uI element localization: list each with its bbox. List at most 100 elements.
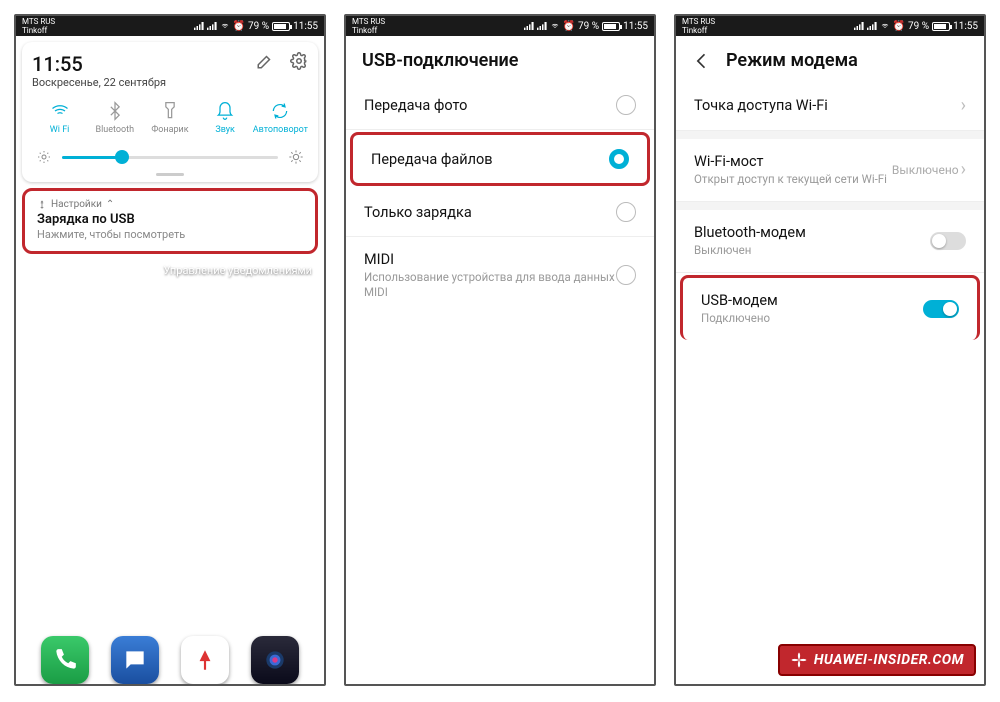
qs-autorotate-label: Автоповорот — [253, 125, 308, 135]
option-label: Только зарядка — [364, 204, 616, 221]
panel-date: Воскресенье, 22 сентября — [32, 76, 166, 89]
page-title: Режим модема — [726, 50, 858, 71]
qs-autorotate[interactable]: Автоповорот — [253, 101, 308, 135]
phone-screenshot-2: MTS RUS Tinkoff ⏰ 79 % 11:55 USB-подключ… — [344, 14, 656, 686]
edit-icon[interactable] — [256, 52, 274, 70]
notification-subtitle: Нажмите, чтобы посмотреть — [37, 228, 303, 241]
toggle-on[interactable] — [923, 300, 959, 318]
toggle-off[interactable] — [930, 232, 966, 250]
brightness-high-icon — [288, 149, 304, 165]
status-bar: MTS RUS Tinkoff ⏰ 79 % 11:55 — [346, 16, 654, 36]
signal-icon-2 — [867, 22, 877, 30]
option-label: Передача файлов — [371, 151, 609, 168]
statusbar-time: 11:55 — [623, 21, 648, 32]
battery-percent: 79 % — [908, 21, 929, 32]
wifi-icon — [550, 22, 560, 30]
collapse-icon: ⌃ — [106, 199, 114, 210]
chevron-right-icon: › — [961, 95, 966, 116]
row-bluetooth-modem[interactable]: Bluetooth-модем Выключен — [676, 210, 984, 273]
radio-icon — [616, 265, 636, 285]
battery-percent: 79 % — [248, 21, 269, 32]
row-label: USB-модем — [701, 292, 923, 309]
camera-app-icon[interactable] — [251, 636, 299, 684]
row-sublabel: Выключен — [694, 243, 930, 258]
brightness-slider[interactable] — [62, 156, 278, 159]
notification-app-label: Настройки ⌃ — [37, 199, 303, 210]
carrier-label-2: Tinkoff — [682, 26, 715, 35]
brightness-slider-row — [32, 149, 308, 169]
qs-bluetooth-label: Bluetooth — [96, 125, 135, 135]
row-wifi-hotspot[interactable]: Точка доступа Wi-Fi › — [676, 81, 984, 131]
option-file-transfer[interactable]: Передача файлов — [350, 132, 650, 186]
row-sublabel: Подключено — [701, 311, 923, 326]
signal-icon — [524, 22, 534, 30]
watermark-text: HUAWEI-INSIDER.COM — [814, 652, 964, 668]
page-title: USB-подключение — [362, 50, 518, 71]
qs-sound-label: Звук — [215, 125, 235, 135]
page-indicator: • • ○ • • — [16, 612, 324, 620]
carrier-label: MTS RUS — [352, 17, 385, 26]
row-wifi-bridge[interactable]: Wi-Fi-мост Открыт доступ к текущей сети … — [676, 139, 984, 202]
radio-icon — [616, 95, 636, 115]
signal-icon — [854, 22, 864, 30]
gear-icon[interactable] — [290, 52, 308, 70]
statusbar-time: 11:55 — [953, 21, 978, 32]
signal-icon — [194, 22, 204, 30]
notification-title: Зарядка по USB — [37, 212, 303, 227]
chevron-right-icon: › — [961, 159, 966, 180]
messages-app-icon[interactable] — [111, 636, 159, 684]
radio-icon — [616, 202, 636, 222]
alarm-icon: ⏰ — [233, 21, 245, 32]
carrier-label: MTS RUS — [682, 17, 715, 26]
page-header: Режим модема — [676, 36, 984, 81]
option-label: Передача фото — [364, 97, 616, 114]
wifi-icon — [880, 22, 890, 30]
status-bar: MTS RUS Tinkoff ⏰ 79 % 11:55 — [16, 16, 324, 36]
row-label: Точка доступа Wi-Fi — [694, 97, 961, 114]
qs-sound[interactable]: Звук — [198, 101, 253, 135]
huawei-logo-icon — [790, 651, 808, 669]
row-usb-modem[interactable]: USB-модем Подключено — [680, 275, 980, 340]
signal-icon-2 — [537, 22, 547, 30]
phone-screenshot-3: MTS RUS Tinkoff ⏰ 79 % 11:55 Режим модем… — [674, 14, 986, 686]
alarm-icon: ⏰ — [893, 21, 905, 32]
drag-handle[interactable] — [156, 173, 184, 176]
qs-bluetooth[interactable]: Bluetooth — [87, 101, 142, 135]
manage-notifications-link[interactable]: Управление уведомлениями — [16, 258, 324, 277]
brightness-low-icon — [36, 149, 52, 165]
quick-settings-panel: 11:55 Воскресенье, 22 сентября Wi Fi Blu… — [22, 42, 318, 182]
carrier-label: MTS RUS — [22, 17, 55, 26]
alarm-icon: ⏰ — [563, 21, 575, 32]
battery-percent: 79 % — [578, 21, 599, 32]
qs-flashlight[interactable]: Фонарик — [142, 101, 197, 135]
usb-notification[interactable]: Настройки ⌃ Зарядка по USB Нажмите, чтоб… — [22, 188, 318, 254]
back-icon[interactable] — [692, 51, 712, 71]
signal-icon-2 — [207, 22, 217, 30]
phone-app-icon[interactable] — [41, 636, 89, 684]
radio-checked-icon — [609, 149, 629, 169]
option-midi[interactable]: MIDI Использование устройства для ввода … — [346, 237, 654, 314]
panel-time: 11:55 — [32, 52, 166, 76]
qs-flashlight-label: Фонарик — [151, 125, 188, 135]
battery-icon — [272, 22, 290, 31]
battery-icon — [602, 22, 620, 31]
watermark-badge: HUAWEI-INSIDER.COM — [778, 644, 976, 676]
row-sublabel: Открыт доступ к текущей сети Wi-Fi — [694, 172, 892, 187]
statusbar-time: 11:55 — [293, 21, 318, 32]
option-sublabel: Использование устройства для ввода данны… — [364, 270, 616, 300]
qs-wifi-label: Wi Fi — [50, 125, 70, 135]
row-label: Bluetooth-модем — [694, 224, 930, 241]
dock — [16, 636, 324, 684]
yandex-app-icon[interactable] — [181, 636, 229, 684]
page-header: USB-подключение — [346, 36, 654, 81]
carrier-label-2: Tinkoff — [352, 26, 385, 35]
usb-icon — [37, 200, 47, 210]
option-photo-transfer[interactable]: Передача фото — [346, 81, 654, 130]
row-label: Wi-Fi-мост — [694, 153, 892, 170]
battery-icon — [932, 22, 950, 31]
option-charge-only[interactable]: Только зарядка — [346, 188, 654, 237]
status-bar: MTS RUS Tinkoff ⏰ 79 % 11:55 — [676, 16, 984, 36]
option-label: MIDI — [364, 251, 616, 268]
carrier-label-2: Tinkoff — [22, 26, 55, 35]
qs-wifi[interactable]: Wi Fi — [32, 101, 87, 135]
